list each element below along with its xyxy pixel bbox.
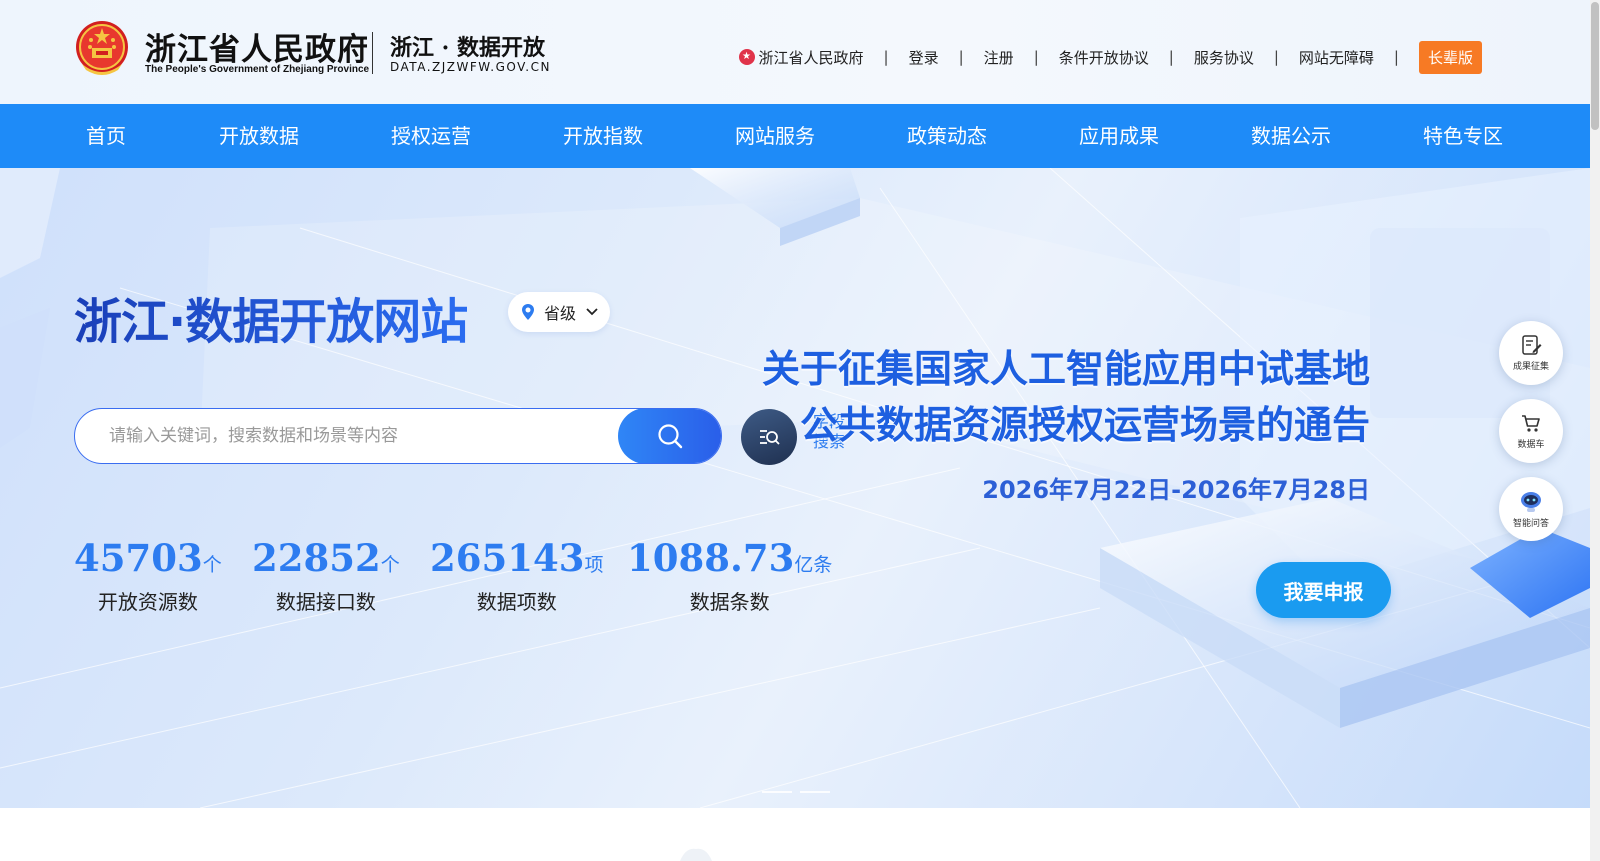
stat-data-records[interactable]: 1088.73亿条 数据条数 [627, 536, 832, 615]
page-scrollbar[interactable] [1590, 0, 1600, 861]
link-register[interactable]: 注册 [984, 47, 1014, 68]
separator: | [1393, 48, 1399, 66]
separator: | [1273, 48, 1279, 66]
nav-item-authorized-operation[interactable]: 授权运营 [391, 104, 471, 168]
level-selector-value: 省级 [544, 304, 577, 323]
separator: | [883, 48, 889, 66]
separator: | [1168, 48, 1174, 66]
achievements-collection-button[interactable]: 成果征集 [1499, 321, 1563, 385]
stat-value: 45703 [74, 536, 203, 580]
site-title[interactable]: 浙江 · 数据开放 [390, 30, 545, 62]
nav-item-site-services[interactable]: 网站服务 [735, 104, 815, 168]
stat-data-interfaces[interactable]: 22852个 数据接口数 [252, 536, 400, 615]
stat-value: 22852 [252, 536, 381, 580]
stat-label: 数据条数 [689, 590, 770, 614]
level-selector[interactable]: 省级 [508, 292, 610, 332]
search-button[interactable] [618, 409, 721, 463]
elder-mode-button[interactable]: 长辈版 [1418, 40, 1482, 74]
nav-item-open-index[interactable]: 开放指数 [563, 104, 643, 168]
edit-document-icon [1522, 335, 1542, 355]
link-service-agreement[interactable]: 服务协议 [1194, 47, 1254, 68]
chevron-down-icon [586, 308, 598, 316]
achievements-collection-label: 成果征集 [1512, 362, 1549, 372]
separator: | [958, 48, 964, 66]
gov-title: 浙江省人民政府 [145, 32, 369, 68]
stat-open-resources[interactable]: 45703个 开放资源数 [74, 536, 222, 615]
stat-unit: 亿条 [794, 554, 833, 576]
hero-banner: 浙江·数据开放网站 省级 字段 搜索 [0, 168, 1590, 808]
hero-title: 浙江·数据开放网站 [74, 282, 468, 352]
stat-label: 数据项数 [476, 590, 557, 614]
cart-icon [1522, 415, 1540, 432]
scrollbar-thumb[interactable] [1591, 2, 1599, 130]
stat-unit: 项 [584, 554, 604, 576]
section-decoration-icon [680, 848, 712, 861]
gov-subtitle: The People's Government of Zhejiang Prov… [145, 64, 370, 75]
link-provincial-gov[interactable]: 浙江省人民政府 [759, 47, 864, 68]
nav-item-data-publicity[interactable]: 数据公示 [1251, 104, 1331, 168]
link-login[interactable]: 登录 [909, 47, 939, 68]
apply-button[interactable]: 我要申报 [1256, 562, 1391, 618]
ai-qa-button[interactable]: 智能问答 [1499, 477, 1563, 541]
stat-label: 开放资源数 [97, 590, 198, 614]
carousel-dot[interactable] [762, 791, 792, 793]
separator: | [1033, 48, 1039, 66]
search-input[interactable] [109, 409, 649, 462]
logo-divider [372, 32, 373, 74]
nav-item-open-data[interactable]: 开放数据 [219, 104, 299, 168]
nav-item-policy-news[interactable]: 政策动态 [907, 104, 987, 168]
notice-date: 2026年7月22日-2026年7月28日 [982, 476, 1370, 504]
nav-item-special-zone[interactable]: 特色专区 [1423, 104, 1503, 168]
notice-title-line2[interactable]: 公共数据资源授权运营场景的通告 [800, 394, 1370, 449]
robot-icon [1521, 492, 1541, 512]
data-cart-button[interactable]: 数据车 [1499, 399, 1563, 463]
stat-label: 数据接口数 [275, 590, 376, 614]
carousel-indicators [762, 791, 830, 793]
nav-item-home[interactable]: 首页 [86, 104, 126, 168]
notice-title-line1[interactable]: 关于征集国家人工智能应用中试基地 [762, 338, 1370, 393]
link-conditional-agreement[interactable]: 条件开放协议 [1059, 47, 1149, 68]
star-icon: ★ [738, 49, 755, 65]
location-pin-icon [522, 304, 534, 320]
national-emblem-icon [76, 21, 128, 75]
search-icon [658, 424, 683, 449]
data-cart-label: 数据车 [1517, 440, 1545, 450]
ai-qa-label: 智能问答 [1512, 519, 1549, 529]
link-accessibility[interactable]: 网站无障碍 [1299, 47, 1374, 68]
site-domain: DATA.ZJZWFW.GOV.CN [390, 60, 551, 74]
main-nav: 首页 开放数据 授权运营 开放指数 网站服务 政策动态 应用成果 数据公示 特色… [0, 104, 1590, 168]
stat-value: 1088.73 [627, 536, 795, 580]
stat-unit: 个 [380, 554, 400, 576]
stat-unit: 个 [202, 554, 222, 576]
top-links: ★ 浙江省人民政府 | 登录 | 注册 | 条件开放协议 | 服务协议 | 网站… [738, 40, 1482, 74]
field-search-icon [760, 430, 780, 445]
nav-item-applications[interactable]: 应用成果 [1079, 104, 1159, 168]
carousel-dot[interactable] [800, 791, 830, 793]
search-box [74, 408, 722, 464]
top-header: 浙江省人民政府 The People's Government of Zheji… [0, 0, 1590, 104]
stat-value: 265143 [430, 536, 585, 580]
stat-data-items[interactable]: 265143项 数据项数 [430, 536, 603, 615]
field-search-button[interactable] [741, 409, 797, 465]
